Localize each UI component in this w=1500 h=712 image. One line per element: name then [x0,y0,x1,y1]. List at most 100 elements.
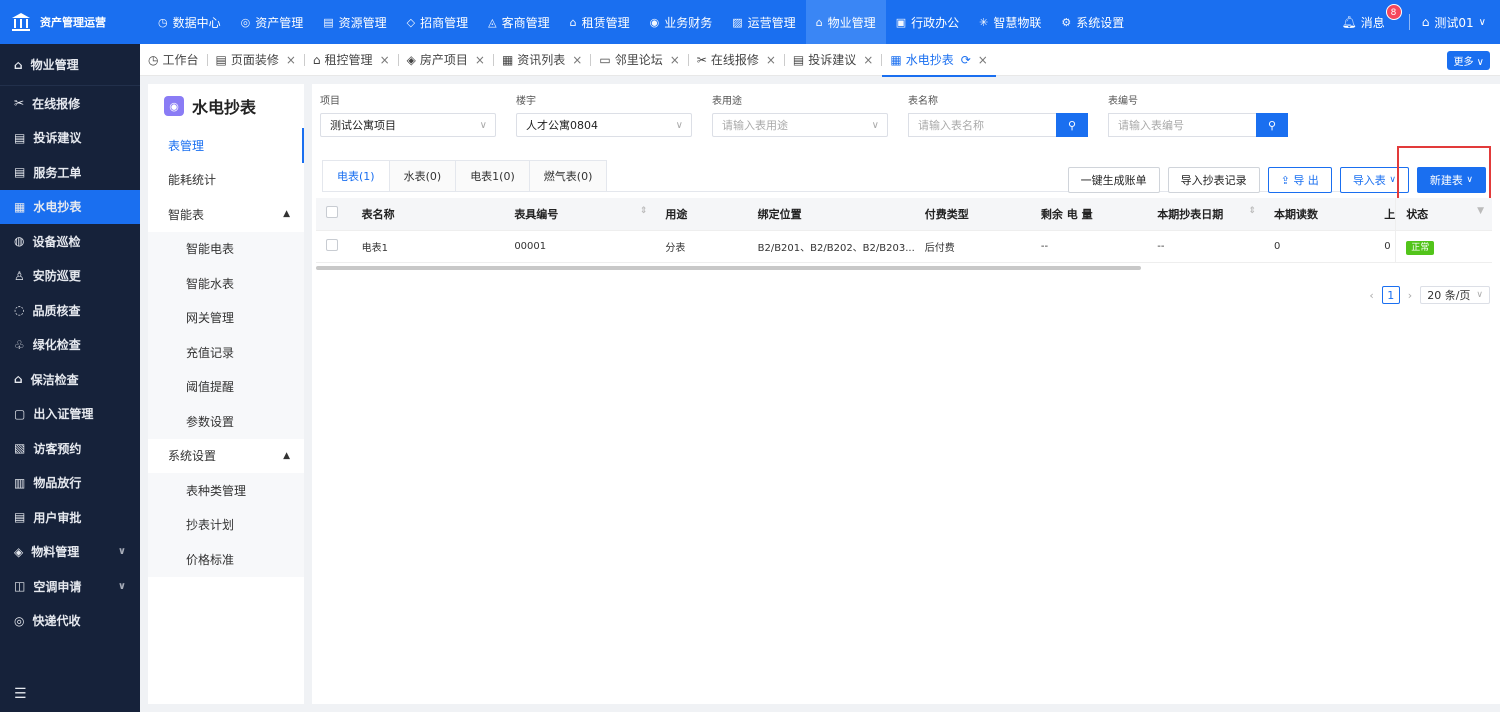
more-tabs-button[interactable]: 更多 ∨ [1447,51,1490,70]
app-logo[interactable]: 资产管理运营 [0,0,140,44]
menu-system-settings-group[interactable]: 系统设置 ▲ [148,439,304,474]
user-menu[interactable]: ⌂ 测试01 ∨ [1422,14,1486,31]
menu-price-standard[interactable]: 价格标准 [148,542,304,577]
name-search-input[interactable]: 请输入表名称 [908,113,1056,137]
tab-gas-meter[interactable]: 燃气表(0) [529,160,608,192]
chevron-down-icon: ∨ [675,119,683,131]
col-header[interactable]: 本期抄表日期 ⇕ [1147,198,1265,231]
close-icon[interactable]: × [572,53,582,67]
sidebar-header[interactable]: ⌂ 物业管理 [0,44,140,86]
menu-meter-types[interactable]: 表种类管理 [148,473,304,508]
topnav-property[interactable]: ⌂ 物业管理 [805,0,886,44]
sidebar-item-greening[interactable]: ♧ 绿化检查 [0,328,140,363]
topnav-finance[interactable]: ◉ 业务财务 [640,0,723,44]
usage-select[interactable]: 请输入表用途 ∨ [712,113,888,137]
sidebar-item-patrol[interactable]: ♙ 安防巡更 [0,259,140,294]
project-select[interactable]: 测试公寓项目 ∨ [320,113,496,137]
sidebar-item-repair[interactable]: ✂ 在线报修 [0,86,140,121]
select-all-checkbox[interactable] [326,206,338,219]
sidebar-item-visitor[interactable]: ▧ 访客预约 [0,431,140,466]
tab-electric-meter-1[interactable]: 电表1(0) [456,160,530,192]
close-icon[interactable]: × [380,53,390,67]
sidebar-item-complaint[interactable]: ▤ 投诉建议 [0,121,140,156]
menu-params[interactable]: 参数设置 [148,404,304,439]
filter-icon[interactable]: ▼ [1477,206,1484,216]
topnav-asset[interactable]: ◎ 资产管理 [231,0,314,44]
menu-meter-management[interactable]: 表管理 [148,128,304,163]
building-select[interactable]: 人才公寓0804 ∨ [516,113,692,137]
refresh-icon[interactable]: ⟳ [961,53,971,67]
horizontal-scrollbar[interactable] [316,266,1141,270]
prev-page-icon[interactable]: ‹ [1369,289,1373,302]
sidebar-item-cleaning[interactable]: ⌂ 保洁检查 [0,362,140,397]
tab-water-meter[interactable]: 水表(0) [389,160,457,192]
tab-meter-reading[interactable]: ▦ 水电抄表 ⟳ × [882,44,997,77]
topnav-data-center[interactable]: ◷ 数据中心 [148,0,231,44]
topnav-label: 客商管理 [501,15,550,30]
table-row[interactable]: 电表1 00001 分表 B2/B201、B2/B202、B2/B203... … [316,230,1492,263]
sidebar-item-goods-release[interactable]: ▥ 物品放行 [0,466,140,501]
search-icon[interactable]: ⚲ [1256,113,1288,137]
new-meter-button[interactable]: 新建表 ∨ [1416,167,1486,193]
topnav-settings[interactable]: ⚙ 系统设置 [1051,0,1134,44]
menu-smart-electric[interactable]: 智能电表 [148,232,304,267]
submenu-system: 表种类管理 抄表计划 价格标准 [148,473,304,577]
topnav-resource[interactable]: ▤ 资源管理 [313,0,396,44]
tab-online-repair[interactable]: ✂ 在线报修 × [689,44,784,76]
sidebar-item-materials[interactable]: ◈ 物料管理 ∨ [0,535,140,570]
topnav-iot[interactable]: ✳ 智慧物联 [969,0,1051,44]
search-icon[interactable]: ⚲ [1056,113,1088,137]
sidebar-item-aircon[interactable]: ◫ 空调申请 ∨ [0,569,140,604]
menu-reading-plan[interactable]: 抄表计划 [148,508,304,543]
topnav-merchant[interactable]: ◬ 客商管理 [478,0,559,44]
close-icon[interactable]: × [670,53,680,67]
import-meter-button[interactable]: 导入表 ∨ [1339,167,1409,193]
export-button[interactable]: ⇪ 导 出 [1267,167,1332,193]
col-header[interactable]: 表具编号 ⇕ [504,198,656,231]
menu-recharge[interactable]: 充值记录 [148,335,304,370]
tab-property-project[interactable]: ◈ 房产项目 × [399,44,493,76]
sidebar-item-express[interactable]: ◎ 快递代收 [0,604,140,639]
close-icon[interactable]: × [863,53,873,67]
tab-label: 在线报修 [710,53,759,67]
menu-energy-stats[interactable]: 能耗统计 [148,163,304,198]
messages-button[interactable]: 🔔︎ 消息 8 [1342,3,1402,31]
tab-workbench[interactable]: ◷ 工作台 [140,44,207,76]
close-icon[interactable]: × [978,53,988,67]
tab-complaint[interactable]: ▤ 投诉建议 × [785,44,881,76]
collapse-menu-icon[interactable]: ☰ [14,686,27,702]
sidebar-item-pass[interactable]: ▢ 出入证管理 [0,397,140,432]
menu-threshold[interactable]: 阈值提醒 [148,370,304,405]
generate-bill-button[interactable]: 一键生成账单 [1067,167,1160,193]
sidebar-item-meter-reading[interactable]: ▦ 水电抄表 [0,189,140,224]
sidebar-item-user-approval[interactable]: ▤ 用户审批 [0,500,140,535]
tab-rent-control[interactable]: ⌂ 租控管理 × [305,44,398,76]
document-icon: ▤ [14,165,26,180]
row-checkbox[interactable] [326,238,338,251]
tab-electric-meter[interactable]: 电表(1) [322,160,390,192]
topnav-lease[interactable]: ⌂ 租赁管理 [560,0,640,44]
sidebar-item-quality[interactable]: ◌ 品质核查 [0,293,140,328]
page-number[interactable]: 1 [1381,286,1400,304]
next-page-icon[interactable]: › [1408,289,1412,302]
menu-smart-meter-group[interactable]: 智能表 ▲ [148,197,304,232]
topnav-admin[interactable]: ▣ 行政办公 [886,0,969,44]
topnav-operation[interactable]: ▨ 运营管理 [722,0,805,44]
sort-icon[interactable]: ⇕ [1249,206,1257,216]
tab-forum[interactable]: ▭ 邻里论坛 × [591,44,687,76]
code-search-input[interactable]: 请输入表编号 [1108,113,1256,137]
tab-page-decoration[interactable]: ▤ 页面装修 × [208,44,304,76]
menu-smart-water[interactable]: 智能水表 [148,266,304,301]
close-icon[interactable]: × [766,53,776,67]
topnav-investment[interactable]: ◇ 招商管理 [397,0,478,44]
close-icon[interactable]: × [286,53,296,67]
sort-icon[interactable]: ⇕ [640,206,648,216]
menu-gateway[interactable]: 网关管理 [148,301,304,336]
page-size-select[interactable]: 20 条/页 ∨ [1420,286,1490,304]
close-icon[interactable]: × [475,53,485,67]
sidebar-item-workorder[interactable]: ▤ 服务工单 [0,155,140,190]
sidebar-item-inspection[interactable]: ◍ 设备巡检 [0,224,140,259]
tab-news-list[interactable]: ▦ 资讯列表 × [494,44,590,76]
import-records-button[interactable]: 导入抄表记录 [1167,167,1260,193]
col-header[interactable]: 状态 ▼ [1395,198,1492,231]
